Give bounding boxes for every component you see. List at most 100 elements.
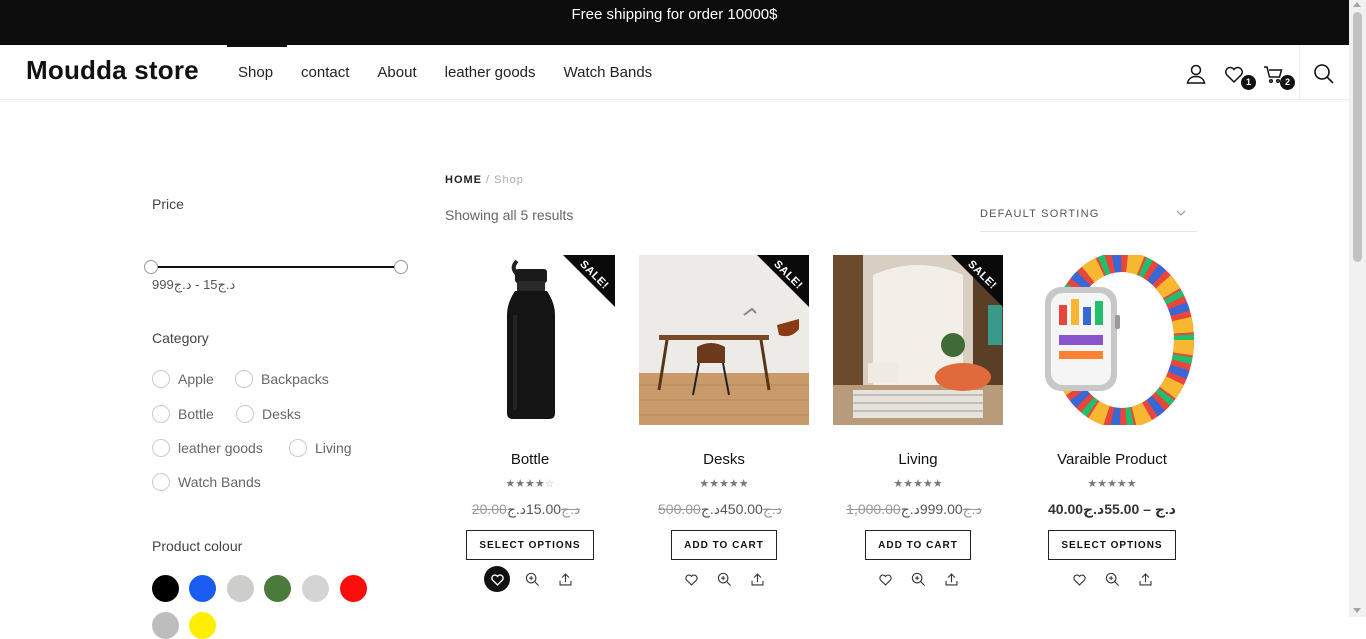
watch-band-image (1027, 255, 1197, 425)
sale-price: 999.00د.ج (900, 501, 963, 517)
wishlist-heart-icon[interactable] (1068, 568, 1090, 590)
main-nav: Shop contact About leather goods Watch B… (224, 45, 666, 100)
category-label: Living (315, 440, 352, 456)
quick-view-zoom-icon[interactable] (521, 568, 543, 590)
product-name[interactable]: Bottle (445, 451, 615, 468)
nav-watch-bands[interactable]: Watch Bands (550, 45, 667, 100)
star-rating: ★★★★★ (1087, 478, 1137, 490)
price-range-label: د.ج15 - د.ج999 (152, 277, 236, 292)
radio-icon[interactable] (152, 439, 170, 457)
category-desks[interactable]: Desks (236, 405, 301, 423)
quick-view-zoom-icon[interactable] (1101, 568, 1123, 590)
product-name[interactable]: Varaible Product (1027, 451, 1197, 468)
category-watch-bands[interactable]: Watch Bands (152, 473, 261, 491)
product-actions (833, 568, 1003, 590)
add-to-cart-button[interactable]: ADD TO CART (865, 530, 971, 560)
product-image[interactable]: SALE! (639, 255, 809, 425)
colour-swatch[interactable] (152, 612, 179, 639)
nav-shop[interactable]: Shop (224, 45, 288, 100)
breadcrumb: HOME / Shop (445, 174, 524, 186)
share-icon[interactable] (1134, 568, 1156, 590)
nav-leather-goods[interactable]: leather goods (431, 45, 550, 100)
colour-swatch[interactable] (189, 612, 216, 639)
breadcrumb-home[interactable]: HOME (445, 174, 482, 186)
radio-icon[interactable] (152, 370, 170, 388)
wishlist-heart-icon[interactable] (874, 568, 896, 590)
product-actions (445, 566, 615, 592)
quick-view-zoom-icon[interactable] (713, 568, 735, 590)
scrollbar-thumb[interactable] (1353, 12, 1362, 262)
product-price: 20.00د.ج15.00د.ج (445, 501, 615, 518)
category-label: Bottle (178, 406, 214, 422)
category-apple[interactable]: Apple (152, 370, 214, 388)
search-icon[interactable] (1313, 63, 1335, 85)
price-range-track (158, 266, 396, 268)
product-image[interactable]: SALE! (833, 255, 1003, 425)
share-icon[interactable] (746, 568, 768, 590)
price-min-handle[interactable] (144, 260, 158, 274)
nav-contact[interactable]: contact (287, 45, 363, 100)
announcement-text: Free shipping for order 10000$ (571, 6, 778, 23)
colour-swatch[interactable] (302, 575, 329, 602)
category-label: Apple (178, 371, 214, 387)
radio-icon[interactable] (152, 405, 170, 423)
radio-icon[interactable] (236, 405, 254, 423)
colour-filter-title: Product colour (152, 538, 243, 554)
breadcrumb-separator: / (482, 174, 495, 186)
price-max-handle[interactable] (394, 260, 408, 274)
select-options-button[interactable]: SELECT OPTIONS (466, 530, 594, 560)
select-options-button[interactable]: SELECT OPTIONS (1048, 530, 1176, 560)
scroll-down-arrow-icon[interactable] (1353, 608, 1361, 613)
product-card[interactable]: SALE! Living ★★★★★ 1,000.00د.ج999.00د.ج … (833, 255, 1003, 590)
product-image[interactable] (1027, 255, 1197, 425)
colour-swatch[interactable] (189, 575, 216, 602)
wishlist-count-badge: 1 (1241, 75, 1256, 90)
sale-price: 15.00د.ج (506, 501, 562, 517)
share-icon[interactable] (940, 568, 962, 590)
radio-icon[interactable] (152, 473, 170, 491)
add-to-cart-button[interactable]: ADD TO CART (671, 530, 777, 560)
wishlist-heart-icon[interactable] (484, 566, 510, 592)
category-backpacks[interactable]: Backpacks (235, 370, 329, 388)
announcement-bar: Free shipping for order 10000$ (0, 0, 1349, 45)
colour-swatch[interactable] (227, 575, 254, 602)
category-label: leather goods (178, 440, 263, 456)
share-icon[interactable] (554, 568, 576, 590)
sale-price: 450.00د.ج (700, 501, 763, 517)
colour-swatch[interactable] (264, 575, 291, 602)
colour-swatch[interactable] (152, 575, 179, 602)
category-label: Watch Bands (178, 474, 261, 490)
quick-view-zoom-icon[interactable] (907, 568, 929, 590)
breadcrumb-current: Shop (494, 174, 524, 186)
wishlist-heart-icon[interactable] (680, 568, 702, 590)
radio-icon[interactable] (235, 370, 253, 388)
category-leather-goods[interactable]: leather goods (152, 439, 263, 457)
price-range-slider[interactable] (144, 260, 408, 274)
cart-count-badge: 2 (1280, 75, 1295, 90)
colour-swatch[interactable] (340, 575, 367, 602)
product-name[interactable]: Desks (639, 451, 809, 468)
radio-icon[interactable] (289, 439, 307, 457)
product-name[interactable]: Living (833, 451, 1003, 468)
scroll-up-arrow-icon[interactable] (1353, 2, 1361, 7)
category-living[interactable]: Living (289, 439, 352, 457)
star-rating: ★★★★★ (699, 478, 749, 490)
sort-label: DEFAULT SORTING (980, 208, 1100, 220)
product-price: 40.00د.ج – 55.00د.ج (1027, 501, 1197, 518)
product-card[interactable]: SALE! Bottle ★★★★☆ 20.00د.ج15.00د.ج SELE… (445, 255, 615, 592)
product-card[interactable]: SALE! Desks ★★★★★ 500.00د.ج450.00د.ج ADD… (639, 255, 809, 590)
category-filter-title: Category (152, 330, 209, 346)
nav-about[interactable]: About (363, 45, 430, 100)
category-label: Desks (262, 406, 301, 422)
account-icon[interactable] (1185, 63, 1207, 85)
chevron-down-icon (1175, 207, 1187, 222)
product-image[interactable]: SALE! (445, 255, 615, 425)
category-bottle[interactable]: Bottle (152, 405, 214, 423)
page-scrollbar[interactable] (1349, 0, 1366, 617)
site-logo[interactable]: Moudda store (26, 55, 199, 86)
product-card[interactable]: Varaible Product ★★★★★ 40.00د.ج – 55.00د… (1027, 255, 1197, 590)
site-header: Moudda store Shop contact About leather … (0, 45, 1349, 100)
star-rating: ★★★★☆ (505, 478, 555, 490)
product-actions (1027, 568, 1197, 590)
sort-select[interactable]: DEFAULT SORTING (980, 208, 1197, 232)
